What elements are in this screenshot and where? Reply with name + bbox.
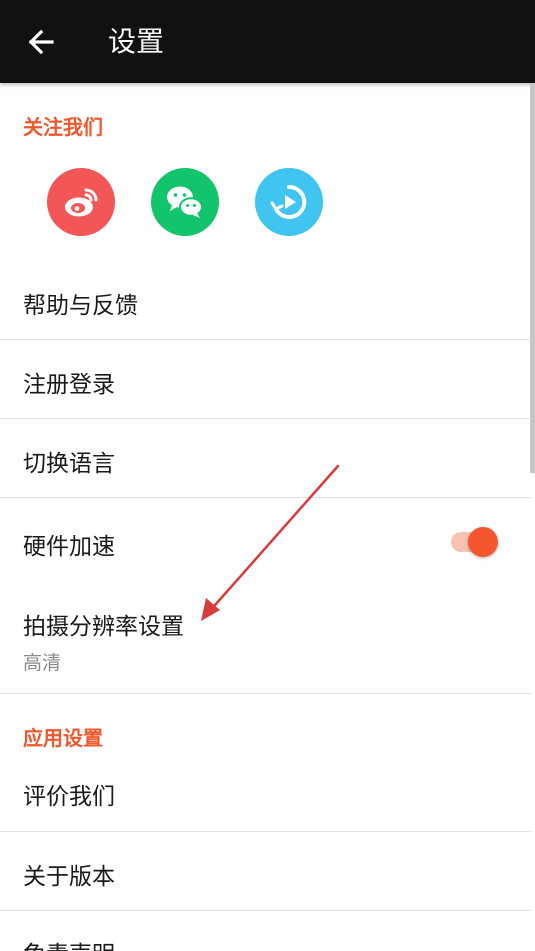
shooting-resolution-row[interactable]: 拍摄分辨率设置 高清	[0, 586, 531, 693]
wechat-icon	[167, 186, 203, 218]
wechat-button[interactable]	[151, 168, 219, 236]
toggle-thumb[interactable]	[468, 527, 498, 557]
register-login-label: 注册登录	[23, 372, 115, 398]
shooting-resolution-label: 拍摄分辨率设置	[23, 614, 184, 640]
shooting-resolution-value: 高清	[23, 652, 62, 674]
switch-language-row[interactable]: 切换语言	[0, 419, 531, 497]
help-feedback-row[interactable]: 帮助与反馈	[0, 260, 531, 339]
weibo-button[interactable]	[47, 168, 115, 236]
page-title: 设置	[108, 25, 165, 58]
about-version-row[interactable]: 关于版本	[0, 832, 531, 910]
back-button[interactable]	[18, 19, 64, 65]
settings-screen: 设置 关注我们 帮助与反馈 注册登录 切换语言 硬件加速 拍摄分辨率设置 高清 …	[0, 0, 535, 951]
about-version-label: 关于版本	[23, 864, 115, 890]
switch-language-label: 切换语言	[23, 451, 115, 477]
disclaimer-row[interactable]: 免责声明	[0, 911, 531, 951]
video-play-icon	[270, 184, 307, 219]
weibo-icon	[65, 188, 98, 217]
app-settings-section-title: 应用设置	[23, 726, 103, 750]
hardware-acceleration-label: 硬件加速	[23, 534, 115, 560]
divider	[0, 693, 531, 694]
video-channel-button[interactable]	[255, 168, 323, 236]
arrow-left-icon	[28, 29, 54, 55]
register-login-row[interactable]: 注册登录	[0, 340, 531, 418]
follow-us-section-title: 关注我们	[23, 115, 103, 139]
rate-us-label: 评价我们	[23, 784, 115, 810]
toolbar: 设置	[0, 0, 535, 83]
disclaimer-label: 免责声明	[23, 935, 115, 951]
help-feedback-label: 帮助与反馈	[23, 293, 138, 319]
rate-us-row[interactable]: 评价我们	[0, 752, 531, 831]
